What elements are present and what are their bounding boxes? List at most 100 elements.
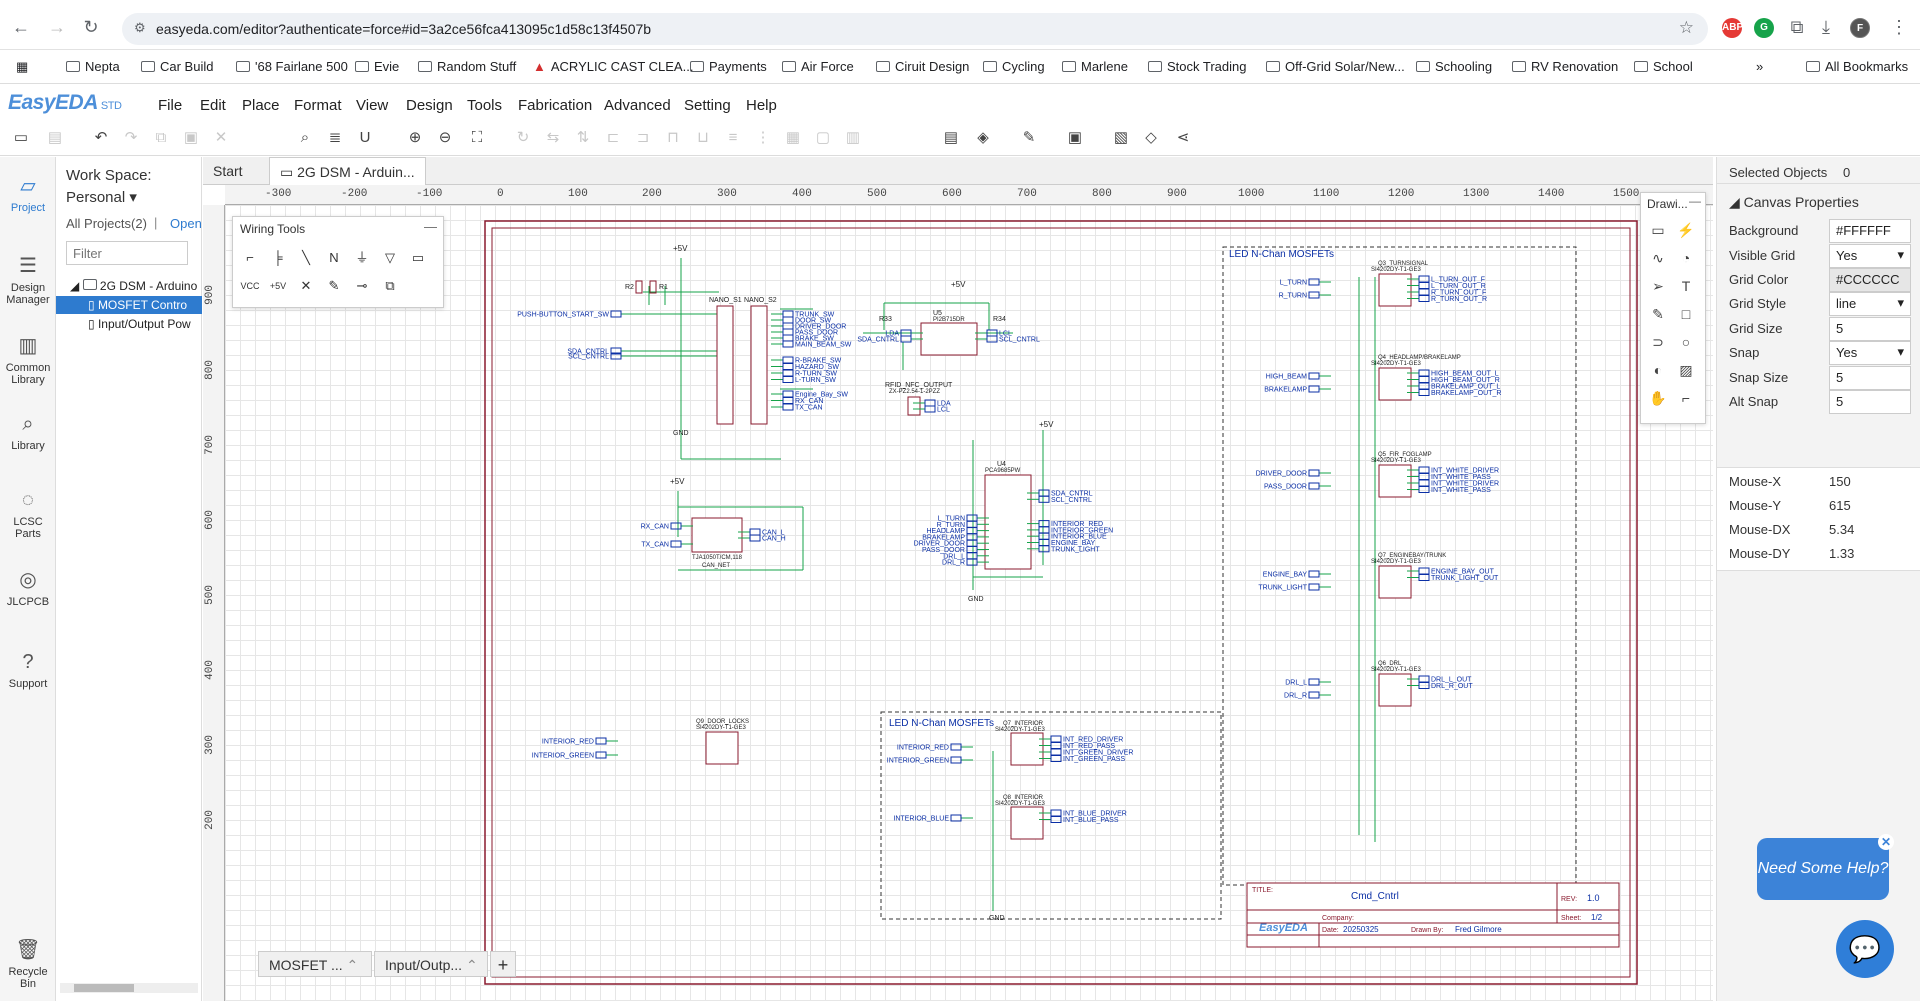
site-info-icon[interactable]: ⚙ (134, 20, 150, 36)
bezier-tool-icon[interactable]: ∿ (1647, 247, 1669, 269)
cross-probe-icon[interactable]: U (354, 127, 376, 149)
dimension-tool-icon[interactable]: ⌐ (1675, 387, 1697, 409)
paste-icon[interactable]: ▣ (180, 127, 202, 149)
convert-pcb-icon[interactable]: ◈ (972, 127, 994, 149)
gnd-symbol-icon[interactable]: ⏚ (351, 247, 373, 269)
back-icon[interactable]: ← (10, 16, 32, 38)
pie-tool-icon[interactable]: ◐ (1647, 359, 1669, 381)
menu-view[interactable]: View (356, 97, 388, 114)
search-icon[interactable]: ⌕ (294, 127, 316, 149)
nav-project[interactable]: ▱ Project (0, 173, 56, 214)
bookmark-star-icon[interactable]: ☆ (1679, 18, 1694, 38)
prop-alt-snap-input[interactable]: 5 (1829, 390, 1911, 414)
share-icon[interactable]: ⋖ (1172, 127, 1194, 149)
align-center-icon[interactable]: ≡ (722, 127, 744, 149)
close-icon[interactable]: ✕ (1878, 834, 1894, 850)
download-icon[interactable]: ⤓ (1815, 16, 1837, 38)
nav-jlcpcb[interactable]: ◎ JLCPCB (0, 567, 56, 608)
menu-setting[interactable]: Setting (684, 97, 731, 114)
forward-icon[interactable]: → (46, 16, 68, 38)
prop-background-input[interactable]: #FFFFFF (1829, 219, 1911, 243)
circle-tool-icon[interactable]: ○ (1675, 331, 1697, 353)
text-tool-icon[interactable]: T (1675, 275, 1697, 297)
all-bookmarks[interactable]: All Bookmarks (1806, 59, 1908, 74)
menu-fabrication[interactable]: Fabrication (518, 97, 592, 114)
workspace-select[interactable]: Personal ▾ (66, 188, 137, 206)
url-text[interactable]: easyeda.com/editor?authenticate=force#id… (156, 21, 651, 37)
sheet-tab-io[interactable]: Input/Outp... ⌃ (374, 951, 488, 977)
extensions-icon[interactable]: ⧉ (1786, 16, 1808, 38)
prop-grid-color-input[interactable]: #CCCCCC (1829, 268, 1911, 292)
line-tool-icon[interactable]: ⚡ (1675, 219, 1697, 241)
fit-view-icon[interactable]: ⛶ (466, 127, 488, 149)
address-bar[interactable]: ⚙ easyeda.com/editor?authenticate=force#… (122, 13, 1708, 45)
wire-icon[interactable]: ⌐ (239, 247, 261, 269)
menu-tools[interactable]: Tools (467, 97, 502, 114)
flip-v-icon[interactable]: ⇅ (572, 127, 594, 149)
ungroup-icon[interactable]: ▥ (842, 127, 864, 149)
tree-sheet-mosfet[interactable]: ▯ MOSFET Contro (56, 296, 202, 314)
nav-recycle-bin[interactable]: 🗑 Recycle Bin (0, 937, 56, 990)
netlist-icon[interactable]: ▣ (1064, 127, 1086, 149)
project-scrollbar[interactable] (60, 983, 198, 993)
bus-icon[interactable]: ╞ (267, 247, 289, 269)
net-label-icon[interactable]: N (323, 247, 345, 269)
bus-entry-icon[interactable]: ╲ (295, 247, 317, 269)
vcc-icon[interactable]: VCC (239, 275, 261, 297)
grid-align-icon[interactable]: ▦ (782, 127, 804, 149)
bookmark-fairlane[interactable]: '68 Fairlane 500 (236, 59, 348, 74)
arc-tool-icon[interactable]: ◔ (1675, 247, 1697, 269)
pin-icon[interactable]: ⊸ (351, 275, 373, 297)
bookmark-nepta[interactable]: Nepta (66, 59, 120, 74)
zoom-in-icon[interactable]: ⊕ (404, 127, 426, 149)
bookmark-schooling[interactable]: Schooling (1416, 59, 1492, 74)
arrowhead-tool-icon[interactable]: ➢ (1647, 275, 1669, 297)
bookmark-random-stuff[interactable]: Random Stuff (418, 59, 516, 74)
menu-help[interactable]: Help (746, 97, 777, 114)
flip-h-icon[interactable]: ⇆ (542, 127, 564, 149)
bookmark-cycling[interactable]: Cycling (983, 59, 1045, 74)
bom-icon[interactable]: ▤ (940, 127, 962, 149)
net-port-icon[interactable]: ▭ (407, 247, 429, 269)
bookmark-air-force[interactable]: Air Force (782, 59, 854, 74)
bookmark-ciruit-design[interactable]: Ciruit Design (876, 59, 969, 74)
chat-bubble-icon[interactable]: 💬 (1836, 920, 1894, 978)
redo-icon[interactable]: ↷ (120, 127, 142, 149)
align-left-icon[interactable]: ⊏ (602, 127, 624, 149)
tree-sheet-io[interactable]: ▯ Input/Output Pow (88, 315, 202, 333)
adblock-extension-icon[interactable]: ABP (1722, 18, 1743, 38)
copy-icon[interactable]: ⧉ (150, 127, 172, 149)
freehand-tool-icon[interactable]: ✎ (1647, 303, 1669, 325)
align-bottom-icon[interactable]: ⊔ (692, 127, 714, 149)
help-popup[interactable]: Need Some Help? (1757, 838, 1889, 900)
apps-grid-icon[interactable]: ▦ (16, 59, 28, 75)
align-right-icon[interactable]: ⊐ (632, 127, 654, 149)
tree-project[interactable]: ◢ 2G DSM - Arduino (70, 277, 202, 295)
find-replace-icon[interactable]: ≣ (324, 127, 346, 149)
probe-icon[interactable]: ✎ (323, 275, 345, 297)
tab-schematic[interactable]: ▭ 2G DSM - Arduin... (269, 157, 426, 185)
delete-icon[interactable]: ✕ (210, 127, 232, 149)
profile-avatar[interactable]: F (1850, 18, 1870, 38)
no-connect-icon[interactable]: ✕ (295, 275, 317, 297)
drc-icon[interactable]: ✎ (1018, 127, 1040, 149)
bookmark-evie[interactable]: Evie (355, 59, 399, 74)
menu-place[interactable]: Place (242, 97, 280, 114)
minimize-icon[interactable]: — (424, 219, 437, 234)
bookmark-payments[interactable]: Payments (690, 59, 767, 74)
image-tool-icon[interactable]: ▭ (1647, 219, 1669, 241)
bookmark-stock-trading[interactable]: Stock Trading (1148, 59, 1247, 74)
bookmark-off-grid-solar[interactable]: Off-Grid Solar/New... (1266, 59, 1405, 74)
tab-start[interactable]: Start (203, 157, 253, 185)
zoom-out-icon[interactable]: ⊖ (434, 127, 456, 149)
nav-common-library[interactable]: ▥ Common Library (0, 333, 56, 386)
nav-design-manager[interactable]: ☰ Design Manager (0, 253, 56, 306)
prop-visible-grid-select[interactable]: Yes (1829, 244, 1911, 268)
bookmark-rv-renovation[interactable]: RV Renovation (1512, 59, 1618, 74)
bookmark-car-build[interactable]: Car Build (141, 59, 213, 74)
net-flag-icon[interactable]: ▽ (379, 247, 401, 269)
minimize-icon[interactable]: — (1689, 194, 1701, 208)
nav-library[interactable]: ⌕ Library (0, 411, 56, 452)
new-file-icon[interactable]: ▭ (10, 127, 32, 149)
prop-snap-size-input[interactable]: 5 (1829, 366, 1911, 390)
